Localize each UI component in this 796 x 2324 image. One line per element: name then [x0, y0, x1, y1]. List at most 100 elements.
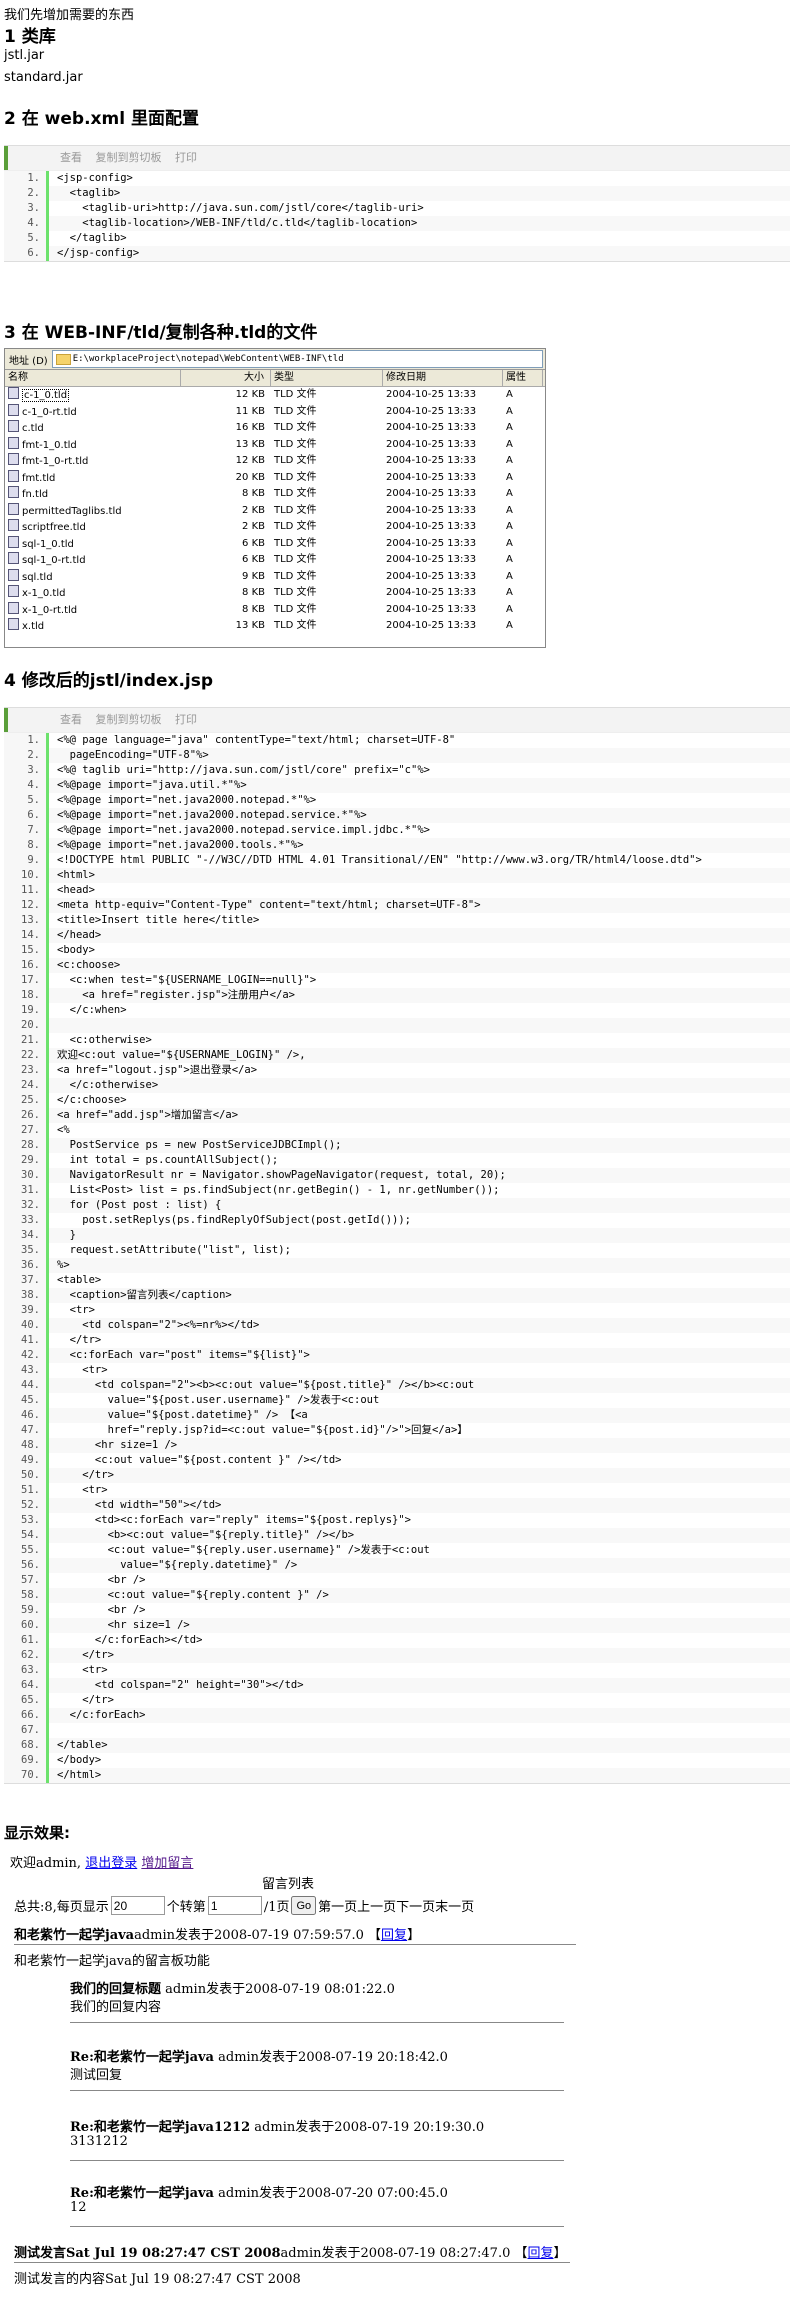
file-size: 12 KB [235, 389, 265, 400]
code-line: 54. <b><c:out value="${reply.title}" /><… [4, 1528, 790, 1543]
line-number: 11. [21, 884, 40, 896]
code-line: 4. <%@page import="java.util.*"%> [4, 778, 790, 793]
copy-link[interactable]: 复制到剪切板 [96, 713, 162, 726]
code-toolbar: 查看 复制到剪切板 打印 [4, 708, 790, 733]
file-row[interactable]: x-1_0.tld 8 KB TLD 文件 2004-10-25 13:33 A [5, 585, 545, 602]
code-line: 2. pageEncoding="UTF-8"%> [4, 748, 790, 763]
line-number: 53. [21, 1514, 40, 1526]
print-link[interactable]: 打印 [175, 151, 197, 164]
print-link[interactable]: 打印 [175, 713, 197, 726]
reply-link[interactable]: 回复 [381, 1928, 407, 1943]
code-text: <%@page import="net.java2000.notepad.ser… [46, 823, 790, 838]
file-row[interactable]: sql-1_0-rt.tld 6 KB TLD 文件 2004-10-25 13:33… [5, 552, 545, 569]
file-row[interactable]: x-1_0-rt.tld 8 KB TLD 文件 2004-10-25 13:33 A [5, 601, 545, 619]
file-row[interactable]: fmt-1_0.tld 13 KB TLD 文件 2004-10-25 13:33 A [5, 436, 545, 454]
col-type[interactable]: 类型 [271, 370, 383, 386]
code-line: 24. </c:otherwise> [4, 1078, 790, 1093]
code-line: 31. List<Post> list = ps.findSubject(nr.… [4, 1183, 790, 1198]
line-number: 63. [21, 1664, 40, 1676]
code-line: 39. <tr> [4, 1303, 790, 1318]
copy-link[interactable]: 复制到剪切板 [96, 151, 162, 164]
divider [70, 2090, 564, 2091]
file-name: sql-1_0.tld [22, 538, 74, 550]
code-text: </table> [46, 1738, 790, 1753]
post-header: 和老紫竹一起学javaadmin发表于2008-07-19 07:59:57.0… [14, 1924, 420, 1943]
post-content: 和老紫竹一起学java的留言板功能 [14, 1954, 210, 1969]
file-attr: A [506, 504, 513, 516]
file-name: x.tld [22, 621, 45, 632]
code-line: 4. <taglib-location>/WEB-INF/tld/c.tld</… [4, 216, 790, 231]
address-field[interactable]: E:\workplaceProject\notepad\WebContent\W… [51, 350, 543, 368]
line-number: 27. [21, 1124, 40, 1136]
col-attr[interactable]: 属性 [503, 370, 543, 386]
file-row[interactable]: c.tld 16 KB TLD 文件 2004-10-25 13:33 A [5, 420, 545, 437]
code-text: PostService ps = new PostServiceJDBCImpl… [46, 1138, 790, 1153]
code-line: 15. <body> [4, 943, 790, 958]
code-text: <a href="logout.jsp">退出登录</a> [46, 1063, 790, 1078]
code-text: <td colspan="2"><%=nr%></td> [46, 1318, 790, 1333]
section-5-title: 显示效果: [4, 1824, 70, 1842]
code-line: 13. <title>Insert title here</title> [4, 913, 790, 928]
file-row[interactable]: scriptfree.tld 2 KB TLD 文件 2004-10-25 13:33… [5, 519, 545, 536]
file-icon [8, 601, 19, 614]
reply-link[interactable]: 回复 [527, 2246, 553, 2261]
file-type: TLD 文件 [274, 488, 317, 499]
per-page-input[interactable] [110, 1896, 165, 1915]
code-line: 43. <tr> [4, 1363, 790, 1378]
code-text: <%@ taglib uri="http://java.sun.com/jstl… [46, 763, 790, 778]
file-name: fmt-1_0-rt.tld [22, 456, 89, 467]
line-number: 28. [21, 1139, 40, 1151]
file-type: TLD 文件 [274, 521, 317, 532]
code-text: <%@page import="net.java2000.tools.*"%> [46, 838, 790, 853]
page-input[interactable] [207, 1896, 262, 1915]
code-text: <title>Insert title here</title> [46, 913, 790, 928]
line-number: 5. [27, 794, 40, 806]
nav-links[interactable]: 第一页上一页下一页末一页 [318, 1896, 474, 1915]
code-text [46, 1723, 790, 1738]
code-text: NavigatorResult nr = Navigator.showPageN… [46, 1168, 790, 1183]
code-line: 9. <!DOCTYPE html PUBLIC "-//W3C//DTD HTM… [4, 853, 790, 868]
file-row[interactable]: c-1_0.tld 12 KB TLD 文件 2004-10-25 13:33 A [5, 387, 545, 404]
file-row[interactable]: fmt-1_0-rt.tld 12 KB TLD 文件 2004-10-25 13:3… [5, 453, 545, 470]
file-row[interactable]: fn.tld 8 KB TLD 文件 2004-10-25 13:33 A [5, 486, 545, 503]
code-text: value="${post.datetime}" /> 【<a [46, 1408, 790, 1423]
line-number: 22. [21, 1049, 40, 1061]
col-size[interactable]: 大小 [181, 370, 271, 386]
line-number: 47. [21, 1424, 40, 1436]
file-name-cell: c.tld [5, 420, 181, 437]
view-source-link[interactable]: 查看 [60, 151, 82, 164]
line-number: 42. [21, 1349, 40, 1361]
code-text: <tr> [46, 1483, 790, 1498]
lib-item: jstl.jar [4, 48, 45, 63]
line-number: 43. [21, 1364, 40, 1376]
file-type: TLD 文件 [274, 422, 317, 433]
col-name[interactable]: 名称 [5, 370, 181, 386]
file-row[interactable]: sql.tld 9 KB TLD 文件 2004-10-25 13:33 A [5, 568, 545, 586]
line-number: 38. [21, 1289, 40, 1301]
file-row[interactable]: c-1_0-rt.tld 11 KB TLD 文件 2004-10-25 13:33 A [5, 403, 545, 421]
line-number: 5. [27, 232, 40, 244]
view-source-link[interactable]: 查看 [60, 713, 82, 726]
code-text: <c:forEach var="post" items="${list}"> [46, 1348, 790, 1363]
code-line: 32. for (Post post : list) { [4, 1198, 790, 1213]
line-number: 18. [21, 989, 40, 1001]
file-size: 2 KB [242, 504, 265, 516]
file-icon [8, 552, 19, 564]
file-attr: A [506, 422, 513, 433]
file-name: scriptfree.tld [22, 522, 86, 533]
file-row[interactable]: x.tld 13 KB TLD 文件 2004-10-25 13:33 A [5, 618, 545, 635]
reply-header: Re:和老紫竹一起学java1212 admin发表于2008-07-19 20… [70, 2116, 484, 2135]
code-line: 25. </c:choose> [4, 1093, 790, 1108]
add-post-link[interactable]: 增加留言 [141, 1856, 193, 1871]
code-text: </taglib> [46, 231, 790, 246]
line-number: 7. [27, 824, 40, 836]
go-button[interactable]: Go [291, 1896, 317, 1915]
code-text: int total = ps.countAllSubject(); [46, 1153, 790, 1168]
col-date[interactable]: 修改日期 [383, 370, 503, 386]
file-row[interactable]: fmt.tld 20 KB TLD 文件 2004-10-25 13:33 A [5, 469, 545, 487]
code-text: </html> [46, 1768, 790, 1783]
file-row[interactable]: sql-1_0.tld 6 KB TLD 文件 2004-10-25 13:33 A [5, 535, 545, 553]
file-row[interactable]: permittedTaglibs.tld 2 KB TLD 文件 2004-10-25… [5, 502, 545, 520]
logout-link[interactable]: 退出登录 [85, 1856, 137, 1871]
code-line: 26. <a href="add.jsp">增加留言</a> [4, 1108, 790, 1123]
